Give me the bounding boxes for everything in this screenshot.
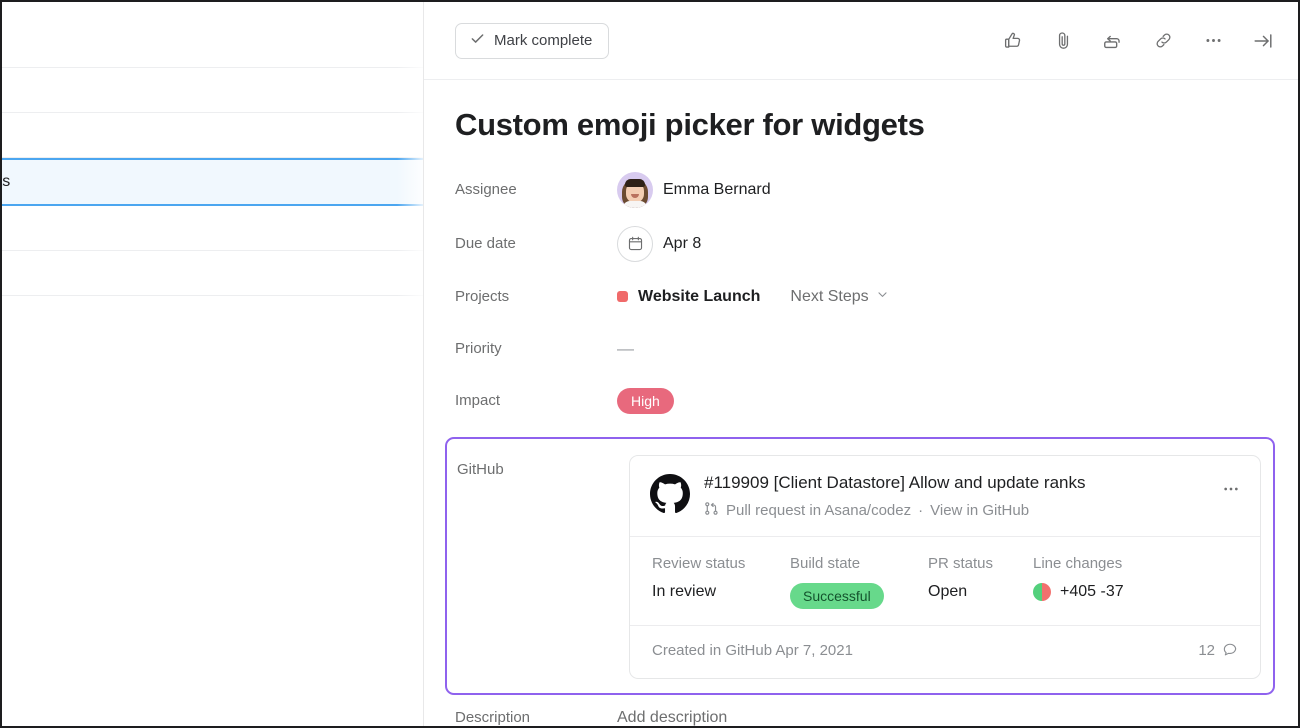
github-comment-count[interactable]: 12 <box>1198 641 1238 661</box>
priority-empty-dash: — <box>617 339 634 359</box>
field-row-projects: Projects Website Launch Next Steps <box>424 271 1300 323</box>
assignee-label: Assignee <box>455 181 617 198</box>
github-field-highlight: GitHub #119909 [Client Datastore] Allow … <box>445 437 1275 695</box>
projects-label: Projects <box>455 288 617 305</box>
mark-complete-label: Mark complete <box>494 32 592 49</box>
list-item[interactable] <box>2 251 423 296</box>
list-item-selected[interactable]: gets <box>2 158 423 206</box>
github-stat-review-status: Review status In review <box>652 555 790 609</box>
description-label: Description <box>455 709 617 726</box>
assignee-value[interactable]: Emma Bernard <box>617 172 771 208</box>
field-row-priority: Priority — <box>424 323 1300 375</box>
stat-label: Line changes <box>1033 555 1124 572</box>
view-in-github-link[interactable]: View in GitHub <box>930 502 1029 519</box>
list-item[interactable] <box>2 206 423 251</box>
comment-count-value: 12 <box>1198 642 1215 659</box>
github-card-header: #119909 [Client Datastore] Allow and upd… <box>630 456 1260 537</box>
priority-value[interactable]: — <box>617 339 634 359</box>
avatar[interactable] <box>617 172 653 208</box>
github-card-header-text: #119909 [Client Datastore] Allow and upd… <box>704 472 1202 520</box>
list-item[interactable] <box>2 68 423 113</box>
github-stat-build-state: Build state Successful <box>790 555 928 609</box>
field-row-due-date: Due date Apr 8 <box>424 217 1300 271</box>
chevron-down-icon <box>876 288 889 306</box>
assignee-name: Emma Bernard <box>663 181 771 199</box>
github-stats-row: Review status In review Build state Succ… <box>630 537 1260 626</box>
stat-value: Open <box>928 583 1033 601</box>
pull-request-icon <box>704 501 719 520</box>
toolbar-icon-group <box>998 26 1288 56</box>
check-icon <box>470 31 485 50</box>
task-list-pane: gets <box>2 2 423 728</box>
github-octocat-icon <box>650 474 690 519</box>
impact-label: Impact <box>455 392 617 409</box>
stat-label: Build state <box>790 555 928 572</box>
task-fields: Assignee Emma Bernard Due date <box>424 145 1300 727</box>
field-row-description: Description Add description <box>424 709 1300 727</box>
list-item[interactable] <box>2 113 423 158</box>
description-input[interactable]: Add description <box>617 709 727 727</box>
stat-value-wrap: +405 -37 <box>1033 583 1124 601</box>
line-changes-value: +405 -37 <box>1060 583 1124 601</box>
app-window: gets Mark complete <box>0 0 1300 728</box>
stat-value: In review <box>652 583 790 601</box>
list-item[interactable] <box>2 2 423 68</box>
github-card-more-icon[interactable] <box>1216 476 1246 502</box>
due-date-text: Apr 8 <box>663 235 701 253</box>
mark-complete-button[interactable]: Mark complete <box>455 23 609 59</box>
project-section-label: Next Steps <box>790 288 868 306</box>
impact-value: High <box>617 388 674 414</box>
github-subtitle-separator: · <box>918 502 923 519</box>
task-detail-pane: Mark complete <box>423 2 1300 728</box>
projects-value: Website Launch Next Steps <box>617 288 889 306</box>
stat-value-wrap: Successful <box>790 583 928 609</box>
thumbs-up-icon[interactable] <box>998 26 1028 56</box>
project-name[interactable]: Website Launch <box>638 288 760 306</box>
github-card-footer: Created in GitHub Apr 7, 2021 12 <box>630 626 1260 678</box>
link-icon[interactable] <box>1148 26 1178 56</box>
stat-label: PR status <box>928 555 1033 572</box>
github-pr-type: Pull request in Asana/codez <box>726 502 911 519</box>
stat-label: Review status <box>652 555 790 572</box>
github-label: GitHub <box>457 455 629 478</box>
project-color-dot <box>617 291 628 302</box>
paperclip-icon[interactable] <box>1048 26 1078 56</box>
github-pr-title[interactable]: #119909 [Client Datastore] Allow and upd… <box>704 472 1202 494</box>
due-date-label: Due date <box>455 235 617 252</box>
github-pr-card: #119909 [Client Datastore] Allow and upd… <box>629 455 1261 679</box>
field-row-assignee: Assignee Emma Bernard <box>424 163 1300 217</box>
comment-bubble-icon <box>1222 641 1238 661</box>
ellipsis-icon[interactable] <box>1198 26 1228 56</box>
diff-ratio-icon <box>1033 583 1051 601</box>
list-item-label: gets <box>2 173 10 191</box>
github-card-subtitle: Pull request in Asana/codez · View in Gi… <box>704 501 1202 520</box>
detail-toolbar: Mark complete <box>424 2 1300 80</box>
github-stat-pr-status: PR status Open <box>928 555 1033 609</box>
priority-label: Priority <box>455 340 617 357</box>
status-badge-build: Successful <box>790 583 884 609</box>
project-section-dropdown[interactable]: Next Steps <box>790 288 888 306</box>
status-badge-impact[interactable]: High <box>617 388 674 414</box>
due-date-value[interactable]: Apr 8 <box>617 226 701 262</box>
collapse-right-icon[interactable] <box>1248 26 1278 56</box>
github-stat-line-changes: Line changes +405 -37 <box>1033 555 1124 609</box>
calendar-icon[interactable] <box>617 226 653 262</box>
subtask-icon[interactable] <box>1098 26 1128 56</box>
github-created-text: Created in GitHub Apr 7, 2021 <box>652 642 853 659</box>
field-row-impact: Impact High <box>424 375 1300 427</box>
page-title: Custom emoji picker for widgets <box>424 80 1300 145</box>
